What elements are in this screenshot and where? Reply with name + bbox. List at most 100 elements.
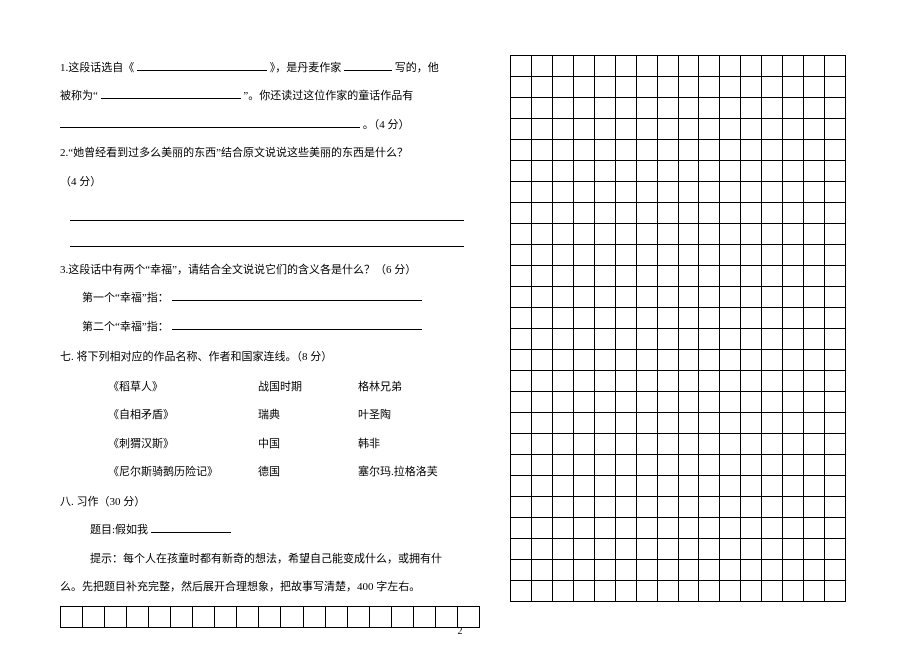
grid-cell[interactable] xyxy=(511,56,532,76)
grid-cell[interactable] xyxy=(804,245,825,265)
blank-q3-second[interactable] xyxy=(172,318,422,330)
grid-cell[interactable] xyxy=(699,434,720,454)
grid-cell[interactable] xyxy=(574,203,595,223)
grid-cell[interactable] xyxy=(595,182,616,202)
grid-cell[interactable] xyxy=(595,329,616,349)
grid-cell[interactable] xyxy=(616,350,637,370)
grid-cell[interactable] xyxy=(511,329,532,349)
grid-cell[interactable] xyxy=(699,203,720,223)
grid-cell[interactable] xyxy=(804,287,825,307)
grid-cell[interactable] xyxy=(804,539,825,559)
grid-cell[interactable] xyxy=(783,203,804,223)
match-row[interactable]: 《尼尔斯骑鹅历险记》德国塞尔玛.拉格洛芙 xyxy=(108,458,480,487)
grid-cell[interactable] xyxy=(804,203,825,223)
grid-cell[interactable] xyxy=(783,434,804,454)
grid-cell[interactable] xyxy=(658,434,679,454)
grid-cell[interactable] xyxy=(511,182,532,202)
grid-cell[interactable] xyxy=(720,413,741,433)
grid-cell[interactable] xyxy=(595,98,616,118)
grid-cell[interactable] xyxy=(637,56,658,76)
grid-cell[interactable] xyxy=(783,308,804,328)
grid-cell[interactable] xyxy=(679,287,700,307)
grid-cell[interactable] xyxy=(532,140,553,160)
grid-cell[interactable] xyxy=(215,607,237,627)
grid-cell[interactable] xyxy=(574,497,595,517)
grid-cell[interactable] xyxy=(658,161,679,181)
grid-cell[interactable] xyxy=(804,266,825,286)
grid-cell[interactable] xyxy=(511,581,532,601)
grid-cell[interactable] xyxy=(762,371,783,391)
grid-cell[interactable] xyxy=(679,161,700,181)
grid-cell[interactable] xyxy=(511,224,532,244)
grid-cell[interactable] xyxy=(741,518,762,538)
grid-cell[interactable] xyxy=(616,308,637,328)
grid-cell[interactable] xyxy=(553,266,574,286)
grid-cell[interactable] xyxy=(679,224,700,244)
grid-cell[interactable] xyxy=(720,434,741,454)
grid-cell[interactable] xyxy=(658,56,679,76)
grid-cell[interactable] xyxy=(532,518,553,538)
grid-cell[interactable] xyxy=(804,497,825,517)
grid-cell[interactable] xyxy=(532,539,553,559)
grid-cell[interactable] xyxy=(616,497,637,517)
grid-cell[interactable] xyxy=(679,371,700,391)
match-row[interactable]: 《刺猬汉斯》中国韩非 xyxy=(108,430,480,459)
grid-cell[interactable] xyxy=(595,119,616,139)
grid-cell[interactable] xyxy=(720,77,741,97)
grid-cell[interactable] xyxy=(825,539,845,559)
grid-cell[interactable] xyxy=(574,266,595,286)
grid-cell[interactable] xyxy=(825,581,845,601)
grid-cell[interactable] xyxy=(574,434,595,454)
grid-cell[interactable] xyxy=(637,413,658,433)
grid-cell[interactable] xyxy=(532,77,553,97)
blank-author[interactable] xyxy=(344,59,392,71)
grid-cell[interactable] xyxy=(637,308,658,328)
grid-cell[interactable] xyxy=(741,203,762,223)
grid-cell[interactable] xyxy=(511,161,532,181)
grid-cell[interactable] xyxy=(699,350,720,370)
grid-cell[interactable] xyxy=(783,539,804,559)
grid-cell[interactable] xyxy=(804,350,825,370)
grid-cell[interactable] xyxy=(741,434,762,454)
grid-cell[interactable] xyxy=(762,77,783,97)
grid-cell[interactable] xyxy=(595,161,616,181)
grid-cell[interactable] xyxy=(804,56,825,76)
grid-cell[interactable] xyxy=(741,539,762,559)
grid-cell[interactable] xyxy=(658,245,679,265)
grid-cell[interactable] xyxy=(783,329,804,349)
grid-cell[interactable] xyxy=(720,224,741,244)
grid-cell[interactable] xyxy=(511,98,532,118)
grid-cell[interactable] xyxy=(616,182,637,202)
grid-cell[interactable] xyxy=(658,413,679,433)
grid-cell[interactable] xyxy=(637,203,658,223)
grid-cell[interactable] xyxy=(658,140,679,160)
grid-cell[interactable] xyxy=(658,581,679,601)
grid-cell[interactable] xyxy=(783,287,804,307)
grid-cell[interactable] xyxy=(658,308,679,328)
grid-cell[interactable] xyxy=(741,476,762,496)
grid-cell[interactable] xyxy=(699,413,720,433)
grid-cell[interactable] xyxy=(699,161,720,181)
grid-cell[interactable] xyxy=(616,329,637,349)
grid-cell[interactable] xyxy=(679,476,700,496)
grid-cell[interactable] xyxy=(553,98,574,118)
grid-cell[interactable] xyxy=(616,161,637,181)
grid-cell[interactable] xyxy=(616,371,637,391)
grid-cell[interactable] xyxy=(783,182,804,202)
grid-cell[interactable] xyxy=(574,476,595,496)
grid-cell[interactable] xyxy=(553,287,574,307)
grid-cell[interactable] xyxy=(741,140,762,160)
grid-cell[interactable] xyxy=(720,161,741,181)
grid-cell[interactable] xyxy=(637,140,658,160)
grid-cell[interactable] xyxy=(720,182,741,202)
grid-cell[interactable] xyxy=(699,245,720,265)
grid-cell[interactable] xyxy=(720,350,741,370)
grid-cell[interactable] xyxy=(511,203,532,223)
grid-cell[interactable] xyxy=(825,434,845,454)
grid-cell[interactable] xyxy=(532,266,553,286)
grid-cell[interactable] xyxy=(595,455,616,475)
grid-cell[interactable] xyxy=(783,266,804,286)
grid-cell[interactable] xyxy=(595,56,616,76)
grid-cell[interactable] xyxy=(762,413,783,433)
grid-cell[interactable] xyxy=(825,476,845,496)
